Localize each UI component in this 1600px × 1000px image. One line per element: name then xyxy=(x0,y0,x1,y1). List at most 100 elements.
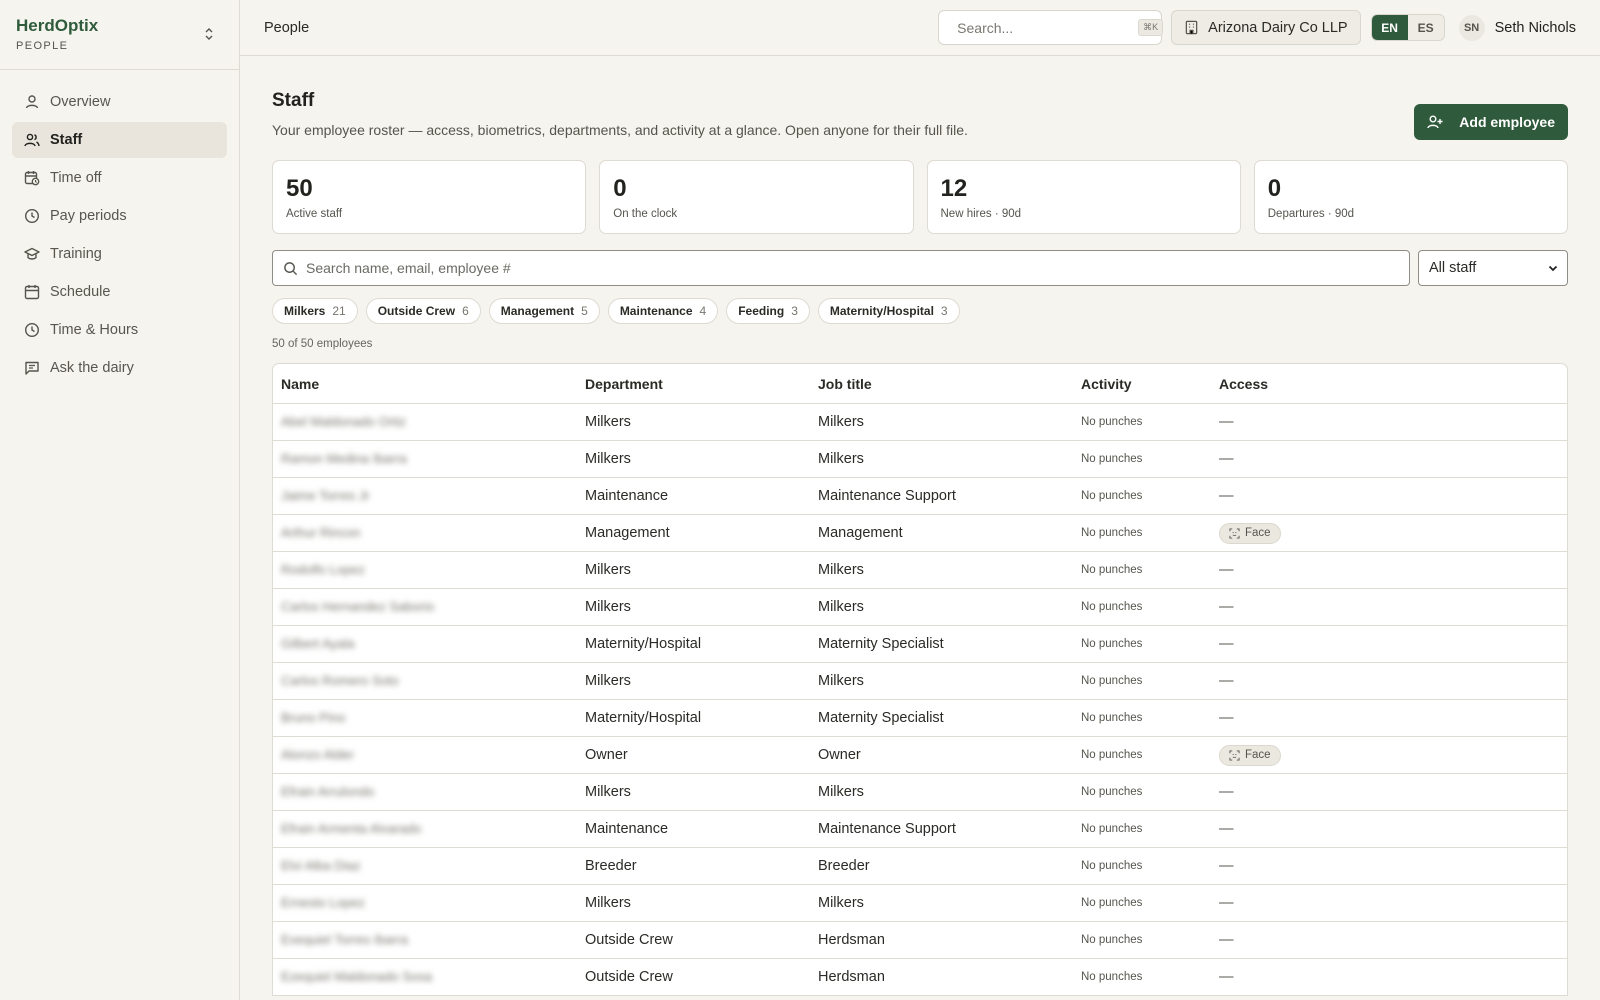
department-chips: Milkers 21 Outside Crew 6 Management 5 Main… xyxy=(272,298,1568,324)
cell-name[interactable]: Carlos Hernandez Saborio xyxy=(273,599,585,615)
employee-name[interactable]: Carlos Romero Soto xyxy=(281,673,399,688)
add-employee-button[interactable]: Add employee xyxy=(1414,104,1568,140)
user-name[interactable]: Seth Nichols xyxy=(1495,20,1576,36)
chip-outside-crew[interactable]: Outside Crew 6 xyxy=(365,298,481,324)
employee-name[interactable]: Ernesto Lopez xyxy=(281,895,365,910)
column-header-name[interactable]: Name xyxy=(273,376,585,392)
chip-maintenance[interactable]: Maintenance 4 xyxy=(607,298,719,324)
chip-maternity-hospital[interactable]: Maternity/Hospital 3 xyxy=(817,298,960,324)
sidebar-item-ask-the-dairy[interactable]: Ask the dairy xyxy=(12,350,227,386)
employee-name[interactable]: Efrain Armenta Alvarado xyxy=(281,821,421,836)
brand[interactable]: HerdOptix PEOPLE xyxy=(0,0,239,70)
face-scan-icon xyxy=(1229,749,1240,761)
clock-icon xyxy=(24,208,40,224)
employee-name[interactable]: Carlos Hernandez Saborio xyxy=(281,599,434,614)
employee-name[interactable]: Abel Maldonado Ortiz xyxy=(281,414,406,429)
global-search-input[interactable] xyxy=(957,19,1139,36)
table-row[interactable]: Rodolfo Lopez Milkers Milkers No punches — xyxy=(273,552,1567,589)
cell-department: Maintenance xyxy=(585,821,669,837)
column-header-job-title[interactable]: Job title xyxy=(818,376,1081,392)
table-row[interactable]: Carlos Romero Soto Milkers Milkers No punch… xyxy=(273,663,1567,700)
column-header-activity[interactable]: Activity xyxy=(1081,376,1219,392)
cell-name[interactable]: Rodolfo Lopez xyxy=(273,562,585,578)
brand-section: PEOPLE xyxy=(16,40,69,52)
sidebar-item-staff[interactable]: Staff xyxy=(12,122,227,158)
cell-name[interactable]: Ezequiel Maldonado Sosa xyxy=(273,969,585,985)
building-icon xyxy=(1185,20,1198,35)
cell-job-title: Milkers xyxy=(818,673,864,689)
breadcrumb[interactable]: People xyxy=(264,20,938,36)
table-row[interactable]: Exequiel Torres Ibarra Outside Crew Herdsm… xyxy=(273,922,1567,959)
sidebar-item-schedule[interactable]: Schedule xyxy=(12,274,227,310)
access-empty: — xyxy=(1219,821,1234,837)
sidebar-item-pay-periods[interactable]: Pay periods xyxy=(12,198,227,234)
table-row[interactable]: Gilbert Ayala Maternity/Hospital Maternity… xyxy=(273,626,1567,663)
table-row[interactable]: Ezequiel Maldonado Sosa Outside Crew Herds… xyxy=(273,959,1567,996)
chip-feeding[interactable]: Feeding 3 xyxy=(726,298,810,324)
cell-name[interactable]: Elvi Alba Diaz xyxy=(273,858,585,874)
cell-name[interactable]: Alonzo Alder xyxy=(273,747,585,763)
cell-name[interactable]: Exequiel Torres Ibarra xyxy=(273,932,585,948)
cell-name[interactable]: Carlos Romero Soto xyxy=(273,673,585,689)
lang-es-button[interactable]: ES xyxy=(1408,15,1444,40)
cell-name[interactable]: Ramon Medina Ibarra xyxy=(273,451,585,467)
cell-name[interactable]: Bruno Pino xyxy=(273,710,585,726)
add-employee-label: Add employee xyxy=(1459,114,1555,130)
cell-name[interactable]: Ernesto Lopez xyxy=(273,895,585,911)
chip-milkers[interactable]: Milkers 21 xyxy=(272,298,358,324)
lang-en-button[interactable]: EN xyxy=(1371,15,1408,40)
table-row[interactable]: Jaime Torres Jr Maintenance Maintenance Su… xyxy=(273,478,1567,515)
sidebar-item-overview[interactable]: Overview xyxy=(12,84,227,120)
cell-name[interactable]: Abel Maldonado Ortiz xyxy=(273,414,585,430)
sidebar-item-time-off[interactable]: Time off xyxy=(12,160,227,196)
cell-access: — xyxy=(1219,932,1567,948)
employee-name[interactable]: Ezequiel Maldonado Sosa xyxy=(281,969,432,984)
employee-name[interactable]: Gilbert Ayala xyxy=(281,636,354,651)
chip-management[interactable]: Management 5 xyxy=(488,298,600,324)
employee-name[interactable]: Jaime Torres Jr xyxy=(281,488,370,503)
cell-name[interactable]: Gilbert Ayala xyxy=(273,636,585,652)
staff-search-input[interactable] xyxy=(306,260,1399,276)
table-header: Name Department Job title Activity Acces… xyxy=(273,364,1567,404)
cell-job-title: Herdsman xyxy=(818,932,885,948)
employee-name[interactable]: Arthur Rincon xyxy=(281,525,360,540)
avatar[interactable]: SN xyxy=(1458,14,1485,41)
table-row[interactable]: Alonzo Alder Owner Owner No punches Face xyxy=(273,737,1567,774)
access-empty: — xyxy=(1219,932,1234,948)
column-header-access[interactable]: Access xyxy=(1219,376,1567,392)
table-row[interactable]: Ramon Medina Ibarra Milkers Milkers No punc… xyxy=(273,441,1567,478)
staff-filter-select[interactable]: All staff xyxy=(1418,250,1568,286)
table-row[interactable]: Ernesto Lopez Milkers Milkers No punches — xyxy=(273,885,1567,922)
table-row[interactable]: Efrain Arrulondo Milkers Milkers No punches… xyxy=(273,774,1567,811)
table-row[interactable]: Carlos Hernandez Saborio Milkers Milkers No… xyxy=(273,589,1567,626)
cell-name[interactable]: Efrain Arrulondo xyxy=(273,784,585,800)
cell-name[interactable]: Jaime Torres Jr xyxy=(273,488,585,504)
sidebar-item-training[interactable]: Training xyxy=(12,236,227,272)
table-row[interactable]: Abel Maldonado Ortiz Milkers Milkers No pun… xyxy=(273,404,1567,441)
employee-name[interactable]: Rodolfo Lopez xyxy=(281,562,365,577)
employee-name[interactable]: Exequiel Torres Ibarra xyxy=(281,932,408,947)
employee-name[interactable]: Elvi Alba Diaz xyxy=(281,858,360,873)
chevrons-up-down-icon[interactable] xyxy=(203,26,215,42)
org-switcher[interactable]: Arizona Dairy Co LLP xyxy=(1171,10,1361,45)
staff-search[interactable] xyxy=(272,250,1410,286)
employee-name[interactable]: Alonzo Alder xyxy=(281,747,354,762)
chevron-down-icon xyxy=(1548,265,1558,272)
sidebar-item-label: Pay periods xyxy=(50,208,127,224)
table-row[interactable]: Elvi Alba Diaz Breeder Breeder No punches — xyxy=(273,848,1567,885)
stats-row: 50 Active staff 0 On the clock 12 New hi… xyxy=(272,160,1568,234)
employee-name[interactable]: Efrain Arrulondo xyxy=(281,784,374,799)
employee-name[interactable]: Bruno Pino xyxy=(281,710,345,725)
employee-name[interactable]: Ramon Medina Ibarra xyxy=(281,451,407,466)
global-search[interactable]: ⌘K xyxy=(938,10,1164,45)
cell-job-title: Owner xyxy=(818,747,861,763)
table-row[interactable]: Bruno Pino Maternity/Hospital Maternity Sp… xyxy=(273,700,1567,737)
cell-department: Milkers xyxy=(585,562,631,578)
cell-name[interactable]: Efrain Armenta Alvarado xyxy=(273,821,585,837)
column-header-department[interactable]: Department xyxy=(585,376,818,392)
sidebar-item-time-hours[interactable]: Time & Hours xyxy=(12,312,227,348)
cell-name[interactable]: Arthur Rincon xyxy=(273,525,585,541)
table-row[interactable]: Arthur Rincon Management Management No punc… xyxy=(273,515,1567,552)
cell-department: Maternity/Hospital xyxy=(585,636,702,652)
table-row[interactable]: Efrain Armenta Alvarado Maintenance Mainte… xyxy=(273,811,1567,848)
